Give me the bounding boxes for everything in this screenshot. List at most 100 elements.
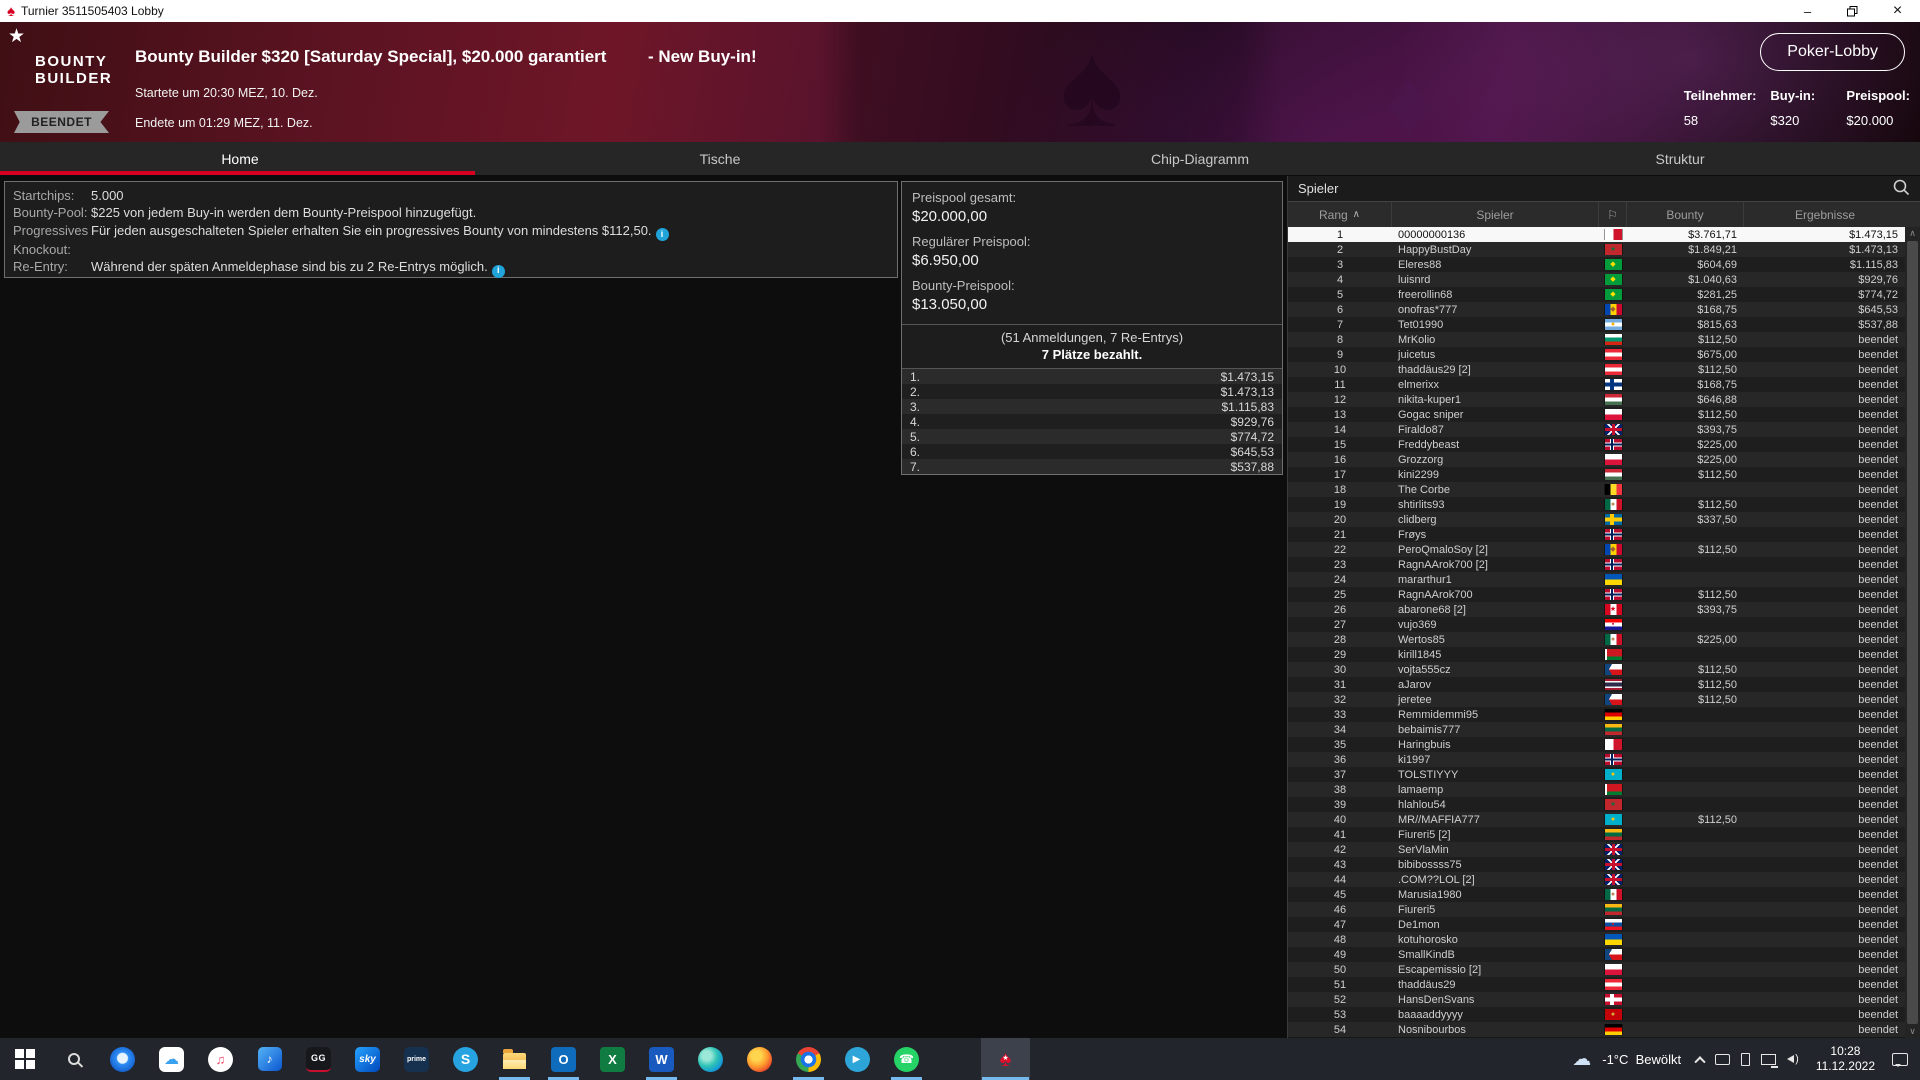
taskbar-edge-icon[interactable]: e <box>686 1038 735 1080</box>
player-row[interactable]: 46Fiureri5beendet <box>1288 902 1920 917</box>
column-header-rank[interactable]: Rang ∧ <box>1288 202 1392 227</box>
player-row[interactable]: 31aJarov$112,50beendet <box>1288 677 1920 692</box>
taskbar-itunes-icon[interactable]: ♫ <box>196 1038 245 1080</box>
column-header-flag[interactable]: ⚐ <box>1599 202 1627 227</box>
action-center-icon[interactable] <box>1892 1053 1908 1066</box>
player-row[interactable]: 51thaddäus29beendet <box>1288 977 1920 992</box>
player-row[interactable]: 35Haringbuisbeendet <box>1288 737 1920 752</box>
player-row[interactable]: 28Wertos85●$225,00beendet <box>1288 632 1920 647</box>
player-row[interactable]: 14Firaldo87$393,75beendet <box>1288 422 1920 437</box>
clock[interactable]: 10:28 11.12.2022 <box>1816 1044 1875 1074</box>
player-row[interactable]: 53baaaaddyyyy●beendet <box>1288 1007 1920 1022</box>
weather-icon[interactable]: ☁ <box>1572 1048 1591 1071</box>
info-icon[interactable]: i <box>492 265 505 278</box>
usb-icon[interactable] <box>1741 1053 1750 1066</box>
player-row[interactable]: 25RagnAArok700$112,50beendet <box>1288 587 1920 602</box>
scroll-down-icon[interactable]: ∨ <box>1909 1025 1916 1038</box>
player-row[interactable]: 13Gogac sniper$112,50beendet <box>1288 407 1920 422</box>
player-row[interactable]: 7Tet01990●$815,63$537,88 <box>1288 317 1920 332</box>
poker-lobby-button[interactable]: Poker-Lobby <box>1760 33 1905 71</box>
taskbar-search-icon[interactable] <box>49 1038 98 1080</box>
volume-icon[interactable] <box>1787 1053 1799 1065</box>
taskbar-ggpoker-icon[interactable]: GG <box>294 1038 343 1080</box>
player-row[interactable]: 37TOLSTIYYY●beendet <box>1288 767 1920 782</box>
player-row[interactable]: 44.COM??LOL [2]beendet <box>1288 872 1920 887</box>
scrollbar-thumb[interactable] <box>1907 241 1918 1024</box>
player-row[interactable]: 41Fiureri5 [2]beendet <box>1288 827 1920 842</box>
player-row[interactable]: 100000000136$3.761,71$1.473,15 <box>1288 227 1920 242</box>
taskbar-pokerstars-icon[interactable]: ♠★ <box>981 1038 1030 1080</box>
taskbar-icloud-icon[interactable]: ☁ <box>147 1038 196 1080</box>
player-row[interactable]: 6onofras*777◆$168,75$645,53 <box>1288 302 1920 317</box>
player-row[interactable]: 45Marusia1980●beendet <box>1288 887 1920 902</box>
player-row[interactable]: 12nikita-kuper1$646,88beendet <box>1288 392 1920 407</box>
taskbar-skype-icon[interactable]: S <box>441 1038 490 1080</box>
player-row[interactable]: 47De1mon▪beendet <box>1288 917 1920 932</box>
info-icon[interactable]: i <box>656 228 669 241</box>
player-row[interactable]: 8MrKolio$112,50beendet <box>1288 332 1920 347</box>
column-header-bounty[interactable]: Bounty <box>1627 202 1744 227</box>
player-row[interactable]: 2HappyBustDay★$1.849,21$1.473,13 <box>1288 242 1920 257</box>
favorite-star-icon[interactable]: ★ <box>8 25 25 48</box>
player-row[interactable]: 32jeretee$112,50beendet <box>1288 692 1920 707</box>
player-row[interactable]: 4luisnrd◆$1.040,63$929,76 <box>1288 272 1920 287</box>
player-row[interactable]: 43bibibossss75beendet <box>1288 857 1920 872</box>
players-scrollbar[interactable]: ∧ ∨ <box>1905 227 1920 1038</box>
taskbar-safari-icon[interactable] <box>98 1038 147 1080</box>
taskbar-excel-icon[interactable]: X <box>588 1038 637 1080</box>
weather-text[interactable]: -1°C Bewölkt <box>1602 1052 1681 1067</box>
taskbar-sky-icon[interactable]: sky <box>343 1038 392 1080</box>
player-row[interactable]: 22PeroQmaloSoy [2]◆$112,50beendet <box>1288 542 1920 557</box>
tab-chip-diagramm[interactable]: Chip-Diagramm <box>960 142 1440 175</box>
player-row[interactable]: 3Eleres88◆$604,69$1.115,83 <box>1288 257 1920 272</box>
taskbar-file-explorer-icon[interactable] <box>490 1038 539 1080</box>
player-row[interactable]: 27vujo369▪beendet <box>1288 617 1920 632</box>
player-row[interactable]: 50Escapemissio [2]beendet <box>1288 962 1920 977</box>
player-row[interactable]: 15Freddybeast$225,00beendet <box>1288 437 1920 452</box>
minimize-button[interactable]: – <box>1785 0 1830 22</box>
taskbar-whatsapp-icon[interactable]: ☎ <box>882 1038 931 1080</box>
player-row[interactable]: 52HansDenSvansbeendet <box>1288 992 1920 1007</box>
player-row[interactable]: 36ki1997beendet <box>1288 752 1920 767</box>
player-row[interactable]: 17kini2299$112,50beendet <box>1288 467 1920 482</box>
player-row[interactable]: 11elmerixx$168,75beendet <box>1288 377 1920 392</box>
player-row[interactable]: 10thaddäus29 [2]$112,50beendet <box>1288 362 1920 377</box>
player-row[interactable]: 21Frøysbeendet <box>1288 527 1920 542</box>
player-row[interactable]: 16Grozzorg$225,00beendet <box>1288 452 1920 467</box>
taskbar-word-icon[interactable]: W <box>637 1038 686 1080</box>
taskbar-start-icon[interactable] <box>0 1038 49 1080</box>
player-row[interactable]: 39hlahlou54★beendet <box>1288 797 1920 812</box>
player-row[interactable]: 38lamaempbeendet <box>1288 782 1920 797</box>
tab-struktur[interactable]: Struktur <box>1440 142 1920 175</box>
taskbar-chrome-icon[interactable] <box>784 1038 833 1080</box>
taskbar-outlook-icon[interactable]: O <box>539 1038 588 1080</box>
restore-button[interactable] <box>1830 0 1875 22</box>
taskbar-firefox-icon[interactable] <box>735 1038 784 1080</box>
player-row[interactable]: 5freerollin68◆$281,25$774,72 <box>1288 287 1920 302</box>
player-row[interactable]: 30vojta555cz$112,50beendet <box>1288 662 1920 677</box>
player-row[interactable]: 9juicetus$675,00beendet <box>1288 347 1920 362</box>
chevron-up-icon[interactable] <box>1694 1056 1705 1067</box>
player-row[interactable]: 23RagnAArok700 [2]beendet <box>1288 557 1920 572</box>
network-icon[interactable] <box>1761 1054 1776 1065</box>
player-row[interactable]: 20clidberg$337,50beendet <box>1288 512 1920 527</box>
player-row[interactable]: 40MR//MAFFIA777●$112,50beendet <box>1288 812 1920 827</box>
player-row[interactable]: 42SerVlaMinbeendet <box>1288 842 1920 857</box>
taskbar-telegram-icon[interactable]: ▶ <box>833 1038 882 1080</box>
column-header-player[interactable]: Spieler <box>1392 202 1599 227</box>
close-button[interactable]: × <box>1875 0 1920 22</box>
player-row[interactable]: 33Remmidemmi95beendet <box>1288 707 1920 722</box>
player-row[interactable]: 49SmallKindBbeendet <box>1288 947 1920 962</box>
scroll-up-icon[interactable]: ∧ <box>1909 227 1916 240</box>
column-header-result[interactable]: Ergebnisse <box>1744 202 1906 227</box>
player-row[interactable]: 34bebaimis777beendet <box>1288 722 1920 737</box>
tab-tische[interactable]: Tische <box>480 142 960 175</box>
player-row[interactable]: 48kotuhoroskobeendet <box>1288 932 1920 947</box>
tab-home[interactable]: Home <box>0 142 480 175</box>
player-row[interactable]: 19shtirlits93●$112,50beendet <box>1288 497 1920 512</box>
player-row[interactable]: 18The Corbebeendet <box>1288 482 1920 497</box>
taskbar-media-app-icon[interactable]: ♪ <box>245 1038 294 1080</box>
player-row[interactable]: 24mararthur1beendet <box>1288 572 1920 587</box>
taskbar-prime-video-icon[interactable]: prime <box>392 1038 441 1080</box>
player-row[interactable]: 26abarone68 [2]★$393,75beendet <box>1288 602 1920 617</box>
